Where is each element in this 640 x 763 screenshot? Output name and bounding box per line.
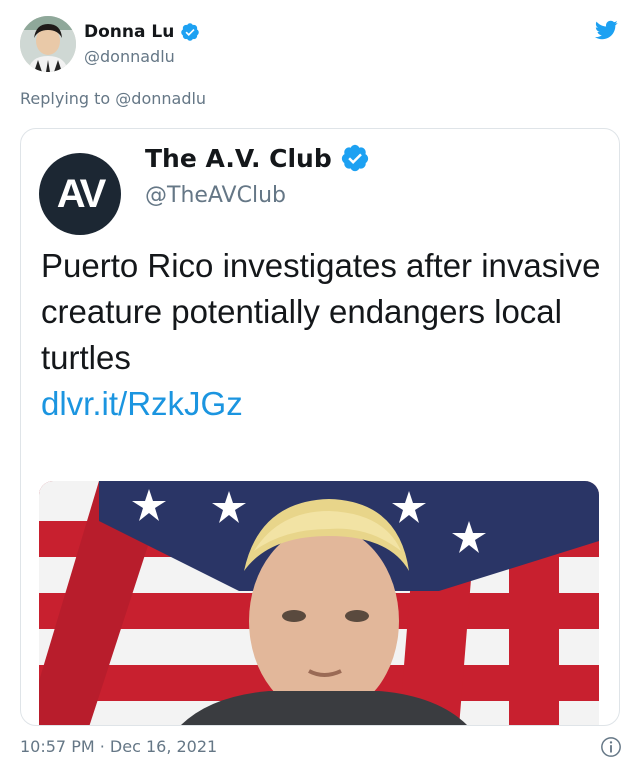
quoted-tweet-card[interactable]: AV The A.V. Club @TheAVClub Puerto Rico … — [20, 128, 620, 726]
avatar-photo — [20, 16, 76, 72]
author-avatar[interactable] — [20, 16, 76, 72]
info-icon[interactable] — [600, 736, 622, 758]
twitter-bird-icon[interactable] — [592, 18, 620, 42]
av-club-logo[interactable]: AV — [39, 153, 121, 235]
quoted-author-handle[interactable]: @TheAVClub — [145, 183, 286, 208]
tweet-header: Donna Lu @donnadlu — [0, 0, 640, 80]
replying-to: Replying to @donnadlu — [20, 89, 206, 108]
quoted-author-name[interactable]: The A.V. Club — [145, 144, 332, 173]
photo-flag-portrait — [39, 481, 599, 725]
quoted-tweet-text: Puerto Rico investigates after invasive … — [41, 247, 601, 376]
quoted-tweet-link[interactable]: dlvr.it/RzkJGz — [41, 385, 243, 423]
av-logo-text: AV — [56, 171, 107, 216]
replying-prefix: Replying to — [20, 89, 111, 108]
author-handle[interactable]: @donnadlu — [84, 47, 175, 66]
quoted-name-row[interactable]: The A.V. Club — [145, 143, 370, 173]
tweet-timestamp[interactable]: 10:57 PM · Dec 16, 2021 — [20, 737, 217, 756]
replying-mention[interactable]: @donnadlu — [115, 89, 206, 108]
author-name[interactable]: Donna Lu — [84, 22, 174, 42]
quoted-tweet-media[interactable] — [39, 481, 599, 725]
verified-badge-icon — [181, 23, 200, 41]
author-name-row[interactable]: Donna Lu — [84, 22, 200, 42]
verified-badge-icon — [341, 144, 368, 172]
